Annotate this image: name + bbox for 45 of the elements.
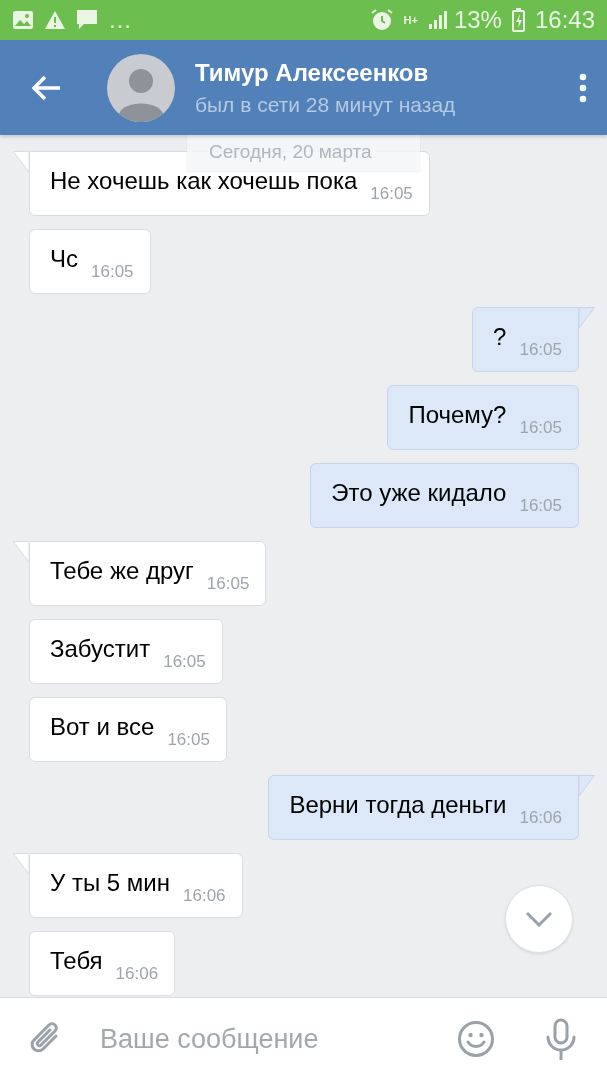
message-time: 16:06 <box>115 963 159 984</box>
smiley-icon <box>457 1020 495 1058</box>
microphone-button[interactable] <box>545 1018 577 1060</box>
message-time: 16:05 <box>167 729 210 750</box>
battery-icon <box>511 8 525 32</box>
message-time: 16:05 <box>163 651 206 672</box>
message-time: 16:06 <box>183 885 226 906</box>
message-text: У ты 5 мин <box>50 868 170 897</box>
alarm-icon <box>369 8 394 32</box>
message-time: 16:05 <box>91 261 134 282</box>
message-text: Забустит <box>50 634 151 663</box>
message-text: Тебя <box>50 946 103 975</box>
clock: 16:43 <box>534 8 595 32</box>
back-button[interactable] <box>32 74 62 101</box>
message-time: 16:05 <box>206 573 250 594</box>
message-time: 16:05 <box>519 495 562 516</box>
avatar[interactable] <box>107 53 175 122</box>
network-type: H+ <box>403 14 418 26</box>
scroll-down-button[interactable] <box>505 885 573 953</box>
message-text: Это уже кидало <box>331 478 507 507</box>
message-text: Почему? <box>408 400 507 429</box>
message-time: 16:05 <box>519 339 562 360</box>
message-text: Чс <box>50 244 78 273</box>
microphone-icon <box>545 1018 577 1060</box>
more-icon <box>579 72 587 103</box>
back-arrow-icon <box>32 74 62 101</box>
message-text: Вот и все <box>50 712 155 741</box>
message-text: Тебе же друг <box>50 556 194 585</box>
menu-button[interactable] <box>579 72 587 103</box>
warning-icon <box>44 10 66 30</box>
date-label: Сегодня, 20 марта <box>187 135 420 171</box>
message-time: 16:05 <box>519 417 562 438</box>
message-text: Верни тогда деньги <box>289 790 507 819</box>
emoji-button[interactable] <box>457 1020 495 1058</box>
battery-percent: 13% <box>453 8 502 32</box>
image-icon <box>12 10 34 30</box>
message-text: ? <box>493 322 507 351</box>
message-icon <box>76 9 98 31</box>
chevron-down-icon <box>525 911 553 927</box>
contact-name: Тимур Алексеенков <box>195 58 430 87</box>
message-time: 16:06 <box>519 807 562 828</box>
last-seen: был в сети 28 минут назад <box>195 92 457 117</box>
signal-icon <box>427 10 448 30</box>
more-notifications: … <box>108 8 132 32</box>
message-time: 16:05 <box>370 183 413 204</box>
